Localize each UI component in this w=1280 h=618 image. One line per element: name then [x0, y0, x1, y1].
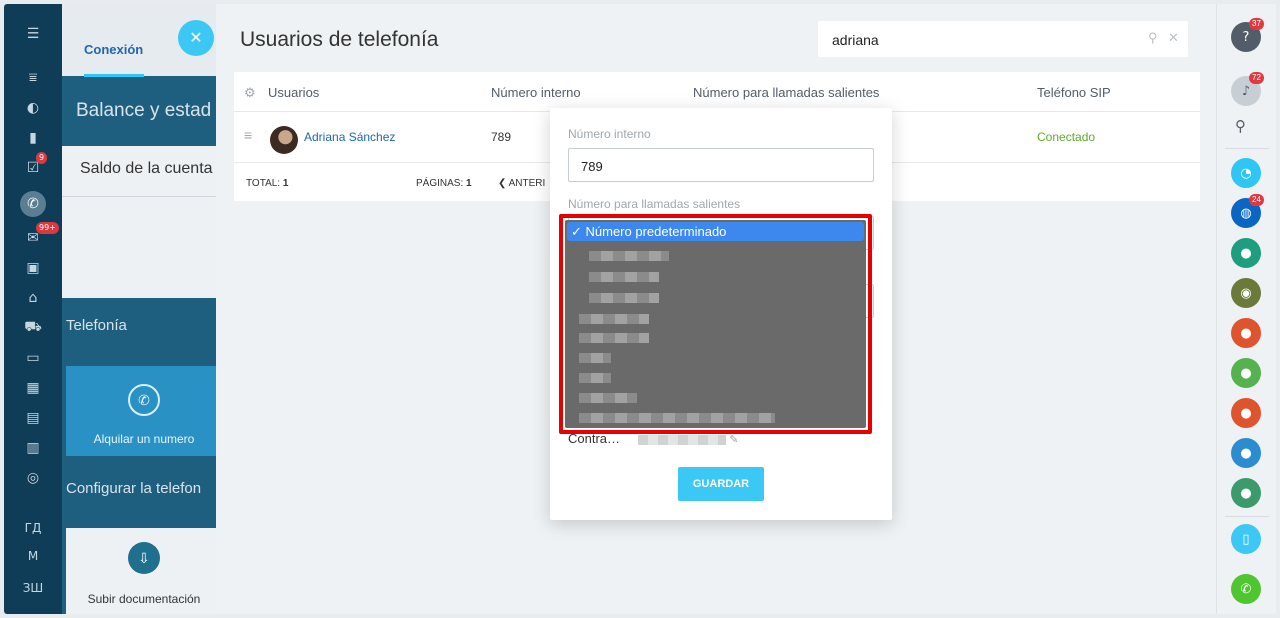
filter-icon[interactable]: ⩸ — [4, 66, 62, 90]
card-divider — [62, 196, 222, 197]
grid-header: ⚙ Usuarios Número interno Número para ll… — [234, 72, 1200, 112]
store-icon[interactable]: ⌂ — [4, 286, 62, 310]
column-sip-phone[interactable]: Teléfono SIP — [1037, 85, 1111, 100]
option-blurred[interactable] — [579, 333, 649, 343]
internal-number-input[interactable]: 789 — [568, 148, 874, 182]
column-internal-number[interactable]: Número interno — [491, 85, 581, 100]
nav-item-gd[interactable]: ГД — [4, 516, 62, 540]
outgoing-number-label: Número para llamadas salientes — [568, 197, 741, 211]
tab-active-indicator — [84, 74, 144, 77]
robot-icon[interactable]: ▣ — [4, 256, 62, 280]
sidebar-divider — [1225, 516, 1269, 517]
app-window: ☰ ⩸ ◐ ▮ ☑ 9 ✆ ✉ 99+ ▣ ⌂ ⛟ ▭ ▦ ▤ ▥ ◎ ГД М З… — [4, 4, 1276, 614]
column-users[interactable]: Usuarios — [268, 85, 319, 100]
option-blurred[interactable] — [589, 272, 659, 282]
search-icon[interactable]: ⚲ — [1148, 30, 1158, 46]
mobile-app-icon[interactable]: ▯ — [1231, 524, 1261, 554]
search-input[interactable]: adriana ⚲ ✕ — [818, 21, 1188, 57]
user-avatar-icon[interactable]: ● — [1231, 438, 1261, 468]
document-icon[interactable]: ▤ — [4, 406, 62, 430]
close-icon: ✕ — [189, 30, 203, 47]
phone-icon[interactable]: ✆ — [4, 191, 62, 217]
cart-icon[interactable]: ⛟ — [4, 316, 62, 340]
user-avatar-photo[interactable]: ◉ — [1231, 278, 1261, 308]
option-blurred[interactable] — [589, 251, 669, 261]
clock-icon[interactable]: ◐ — [4, 96, 62, 120]
tasks-badge: 9 — [36, 152, 48, 164]
rent-number-tile[interactable]: ✆ Alquilar un numero — [66, 366, 222, 456]
page-title: Usuarios de telefonía — [240, 28, 439, 51]
configure-telephony-heading: Configurar la telefon — [66, 480, 202, 497]
mail-badge: 99+ — [36, 222, 59, 234]
user-avatar-icon[interactable]: ● — [1231, 478, 1261, 508]
left-sidebar: ☰ ⩸ ◐ ▮ ☑ 9 ✆ ✉ 99+ ▣ ⌂ ⛟ ▭ ▦ ▤ ▥ ◎ ГД М З… — [4, 4, 62, 614]
pencil-icon[interactable]: ✎ — [729, 434, 738, 446]
apps-icon[interactable]: ▦ — [4, 376, 62, 400]
dropdown-highlight-frame: ✓ Número predeterminado — [559, 214, 872, 434]
nav-item-zsh[interactable]: ЗШ — [4, 576, 62, 600]
phone-money-icon: ✆ — [128, 384, 160, 416]
option-blurred[interactable] — [579, 314, 649, 324]
option-default-number[interactable]: ✓ Número predeterminado — [567, 222, 864, 241]
group-badge: 24 — [1249, 194, 1264, 206]
help-badge: 37 — [1249, 18, 1264, 30]
total-label: TOTAL: 1 — [246, 178, 289, 189]
chevron-left-icon: ❮ — [498, 178, 507, 189]
upload-icon: ⇩ — [128, 542, 160, 574]
user-avatar-icon[interactable]: ● — [1231, 398, 1261, 428]
search-value: adriana — [832, 32, 879, 48]
upload-docs-label: Subir documentación — [87, 592, 201, 606]
phone-call-icon[interactable]: ✆ — [1231, 574, 1261, 604]
option-blurred[interactable] — [579, 393, 637, 403]
balance-heading: Balance y estad — [76, 100, 212, 121]
background-telephony-page: Conexión ✕ Balance y estad Saldo de la c… — [62, 4, 222, 614]
clear-search-icon[interactable]: ✕ — [1168, 30, 1179, 46]
slider-close-button[interactable]: ✕ — [178, 20, 214, 56]
account-balance-title: Saldo de la cuenta — [80, 160, 213, 177]
save-button[interactable]: GUARDAR — [678, 467, 764, 501]
internal-number-label: Número interno — [568, 127, 651, 141]
right-sidebar: ? 37 ♪ 72 ⚲ ◔ ◍ 24 ● ◉ ● ● ● ● ● ▯ ✆ — [1216, 4, 1276, 614]
contract-value-blurred — [637, 434, 726, 445]
search-icon[interactable]: ⚲ — [1235, 117, 1246, 135]
user-avatar-icon[interactable]: ● — [1231, 358, 1261, 388]
mail-icon[interactable]: ✉ 99+ — [4, 222, 62, 250]
outgoing-number-options: ✓ Número predeterminado — [565, 220, 866, 428]
user-avatar-icon[interactable]: ● — [1231, 318, 1261, 348]
nav-item-m[interactable]: М — [4, 544, 62, 568]
tab-conexion[interactable]: Conexión — [84, 42, 143, 57]
sip-status-cell: Conectado — [1037, 130, 1096, 144]
target-icon[interactable]: ◎ — [4, 466, 62, 490]
upload-docs-tile[interactable]: ⇩ Subir documentación — [66, 528, 222, 614]
prev-page-button[interactable]: ❮ ANTERI — [498, 178, 545, 189]
pages-label: PÁGINAS: 1 — [416, 178, 472, 189]
menu-icon[interactable]: ☰ — [4, 22, 62, 46]
option-blurred[interactable] — [579, 373, 611, 383]
sidebar-divider — [1225, 148, 1269, 149]
gear-icon[interactable]: ⚙ — [244, 85, 256, 101]
rent-number-label: Alquilar un numero — [93, 432, 195, 446]
notifications-badge: 72 — [1249, 72, 1264, 84]
column-outgoing-number[interactable]: Número para llamadas salientes — [693, 85, 879, 100]
stats-icon[interactable]: ▮ — [4, 126, 62, 150]
telephony-heading: Telefonía — [66, 317, 127, 334]
window-icon[interactable]: ▭ — [4, 346, 62, 370]
internal-number-value: 789 — [581, 159, 603, 174]
note-icon[interactable]: ▥ — [4, 436, 62, 460]
option-blurred[interactable] — [579, 353, 611, 363]
internal-number-cell: 789 — [491, 130, 512, 144]
option-blurred[interactable] — [579, 413, 775, 423]
tasks-icon[interactable]: ☑ 9 — [4, 152, 62, 180]
avatar — [270, 126, 298, 154]
user-link[interactable]: Adriana Sánchez — [304, 130, 395, 144]
user-avatar-icon[interactable]: ● — [1231, 238, 1261, 268]
option-blurred[interactable] — [589, 293, 659, 303]
contact-center-icon[interactable]: ◔ — [1231, 158, 1261, 188]
row-menu-icon[interactable]: ≡ — [244, 127, 252, 143]
